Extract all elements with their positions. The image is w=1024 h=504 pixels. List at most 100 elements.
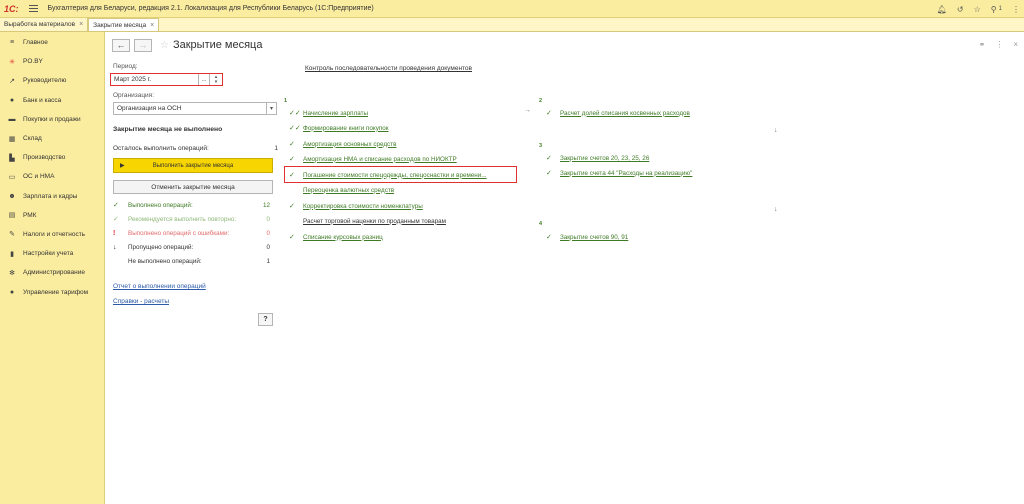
- bell-icon[interactable]: 🔔︎: [937, 5, 947, 14]
- sidebar-item-label: Склад: [23, 135, 42, 143]
- poby-icon: ✳: [9, 58, 15, 66]
- forward-button[interactable]: →: [134, 38, 152, 52]
- stat-count: 1: [266, 257, 270, 265]
- sidebar-item-sales[interactable]: ▬ Покупки и продажи: [0, 110, 104, 129]
- operation-label[interactable]: Формирование книги покупок: [303, 125, 389, 132]
- hamburger-menu-icon[interactable]: [28, 5, 38, 12]
- sidebar-item-assets[interactable]: ▭ ОС и НМА: [0, 167, 104, 186]
- operation-label[interactable]: Переоценка валютных средств: [303, 187, 394, 194]
- sidebar-item-salary[interactable]: ☻ Зарплата и кадры: [0, 187, 104, 206]
- arrow-down-icon: ↓: [113, 243, 117, 251]
- stat-label: Выполнено операций:: [128, 201, 193, 209]
- sidebar-item-taxes[interactable]: ✎ Налоги и отчетность: [0, 225, 104, 244]
- sidebar-item-label: Настройки учета: [23, 250, 74, 258]
- operation-item[interactable]: ✓ Закрытие счетов 20, 23, 25, 26: [546, 152, 649, 164]
- close-icon[interactable]: ×: [1013, 40, 1018, 49]
- operation-item[interactable]: ✓ Амортизация основных средств: [289, 138, 396, 150]
- step-number: 4: [539, 221, 543, 227]
- sidebar-item-settings[interactable]: ▮ Настройки учета: [0, 244, 104, 263]
- operation-item[interactable]: ✓ Амортизация НМА и списание расходов по …: [289, 153, 457, 165]
- operation-item[interactable]: Переоценка валютных средств: [289, 184, 394, 196]
- period-label: Период:: [113, 63, 138, 70]
- sidebar-item-label: Руководителю: [23, 77, 67, 85]
- more-icon[interactable]: ⋮: [995, 40, 1003, 49]
- settings-book-icon: ▮: [10, 250, 14, 258]
- cart-icon: ▬: [8, 115, 16, 123]
- operation-label[interactable]: Расчет долей списания косвенных расходов: [560, 110, 690, 117]
- operation-label[interactable]: Амортизация основных средств: [303, 141, 396, 148]
- tab-label: Выработка материалов: [4, 21, 76, 28]
- sidebar-item-warehouse[interactable]: ▦ Склад: [0, 129, 104, 148]
- sidebar-item-production[interactable]: ▙ Производство: [0, 148, 104, 167]
- operation-item[interactable]: ✓ Закрытие счета 44 "Расходы на реализаци…: [546, 167, 692, 179]
- help-calculations-link[interactable]: Справки - расчеты: [113, 298, 169, 305]
- back-button[interactable]: ←: [112, 38, 130, 52]
- sidebar: ≡ Главное ✳ PO.BY ↗ Руководителю ● Банк и ка…: [0, 32, 105, 504]
- operation-label[interactable]: Закрытие счетов 90, 91: [560, 234, 628, 241]
- period-field[interactable]: Март 2025 г. ... ▴ ▾: [110, 73, 223, 86]
- operation-label[interactable]: Корректировка стоимости номенклатуры: [303, 203, 423, 210]
- sidebar-item-director[interactable]: ↗ Руководителю: [0, 71, 104, 90]
- operation-label[interactable]: Амортизация НМА и списание расходов по Н…: [303, 156, 457, 163]
- more-icon[interactable]: ⋮: [1012, 5, 1020, 14]
- operation-label[interactable]: Закрытие счетов 20, 23, 25, 26: [560, 155, 649, 162]
- arrow-right-icon: →: [524, 107, 531, 114]
- sidebar-item-tariff[interactable]: ● Управление тарифом: [0, 282, 104, 301]
- operation-label[interactable]: Списание курсовых разниц: [303, 234, 383, 241]
- sidebar-item-label: PO.BY: [23, 58, 43, 66]
- app-title: Бухгалтерия для Беларуси, редакция 2.1. …: [47, 5, 374, 12]
- operation-label[interactable]: Начисление зарплаты: [303, 110, 368, 117]
- operations-report-link[interactable]: Отчет о выполнении операций: [113, 283, 206, 290]
- warehouse-icon: ▦: [8, 135, 16, 143]
- operation-item[interactable]: ✓✓ Начисление зарплаты: [289, 107, 368, 119]
- operation-item[interactable]: ✓ Списание курсовых разниц: [289, 231, 383, 243]
- sidebar-item-poby[interactable]: ✳ PO.BY: [0, 52, 104, 71]
- factory-icon: ▙: [9, 154, 15, 162]
- operation-item[interactable]: ✓✓ Формирование книги покупок: [289, 122, 389, 134]
- favorites-star-icon[interactable]: ☆: [974, 5, 981, 14]
- run-month-closing-button[interactable]: ▶ Выполнить закрытие месяца: [113, 158, 273, 173]
- search-icon[interactable]: ⚲: [991, 5, 997, 14]
- page-title: Закрытие месяца: [172, 39, 263, 51]
- operation-item[interactable]: ✓ Закрытие счетов 90, 91: [546, 231, 628, 243]
- sidebar-item-rmk[interactable]: ▤ РМК: [0, 206, 104, 225]
- tariff-icon: ●: [9, 288, 15, 296]
- closing-status-title: Закрытие месяца не выполнено: [113, 126, 223, 133]
- sidebar-item-label: Главное: [23, 39, 48, 47]
- period-select-button[interactable]: ...: [198, 74, 209, 85]
- sidebar-item-main[interactable]: ≡ Главное: [0, 33, 104, 52]
- open-tabs-bar: Выработка материалов × Закрытие месяца ×: [0, 18, 1024, 32]
- organization-label: Организация:: [113, 92, 155, 99]
- organization-field[interactable]: Организация на ОСН ▾: [113, 102, 277, 115]
- sidebar-item-admin[interactable]: ✻ Администрирование: [0, 263, 104, 282]
- tab-vyrabotka[interactable]: Выработка материалов ×: [0, 18, 89, 31]
- document-sequence-control-link[interactable]: Контроль последовательности проведения д…: [305, 65, 472, 72]
- operation-item[interactable]: Расчет торговой наценки по проданным тов…: [289, 215, 446, 227]
- organization-value: Организация на ОСН: [117, 105, 182, 112]
- operation-item[interactable]: ✓ Корректировка стоимости номенклатуры: [289, 200, 423, 212]
- period-spin-button[interactable]: ▴ ▾: [209, 74, 222, 85]
- check-icon: ✓: [546, 234, 552, 241]
- operation-label[interactable]: Расчет торговой наценки по проданным тов…: [303, 218, 446, 225]
- stat-count: 0: [266, 243, 270, 251]
- chevron-down-icon[interactable]: ▾: [266, 103, 276, 114]
- register-icon: ▤: [8, 212, 16, 220]
- favorite-star-icon[interactable]: ☆: [160, 40, 169, 51]
- stat-label: Не выполнено операций:: [128, 257, 202, 265]
- gear-icon: ✻: [9, 269, 15, 277]
- operation-label[interactable]: Закрытие счета 44 "Расходы на реализацию…: [560, 170, 692, 177]
- help-button[interactable]: ?: [258, 313, 273, 326]
- tab-month-closing[interactable]: Закрытие месяца ×: [88, 18, 160, 31]
- main-content: ← → ☆ Закрытие месяца ⚭ ⋮ × Период: Март…: [106, 32, 1024, 504]
- tab-close-icon[interactable]: ×: [150, 22, 154, 29]
- sidebar-item-label: Налоги и отчетность: [23, 230, 86, 238]
- period-value: Март 2025 г.: [114, 76, 152, 83]
- operation-item[interactable]: ✓ Расчет долей списания косвенных расходо…: [546, 107, 690, 119]
- history-icon[interactable]: ↺: [957, 5, 964, 14]
- check-icon: ✓: [113, 202, 119, 209]
- sidebar-item-bank[interactable]: ● Банк и касса: [0, 91, 104, 110]
- warning-icon: !: [113, 229, 116, 237]
- tab-close-icon[interactable]: ×: [79, 21, 83, 28]
- link-icon[interactable]: ⚭: [979, 40, 986, 49]
- cancel-month-closing-button[interactable]: Отменить закрытие месяца: [113, 180, 273, 194]
